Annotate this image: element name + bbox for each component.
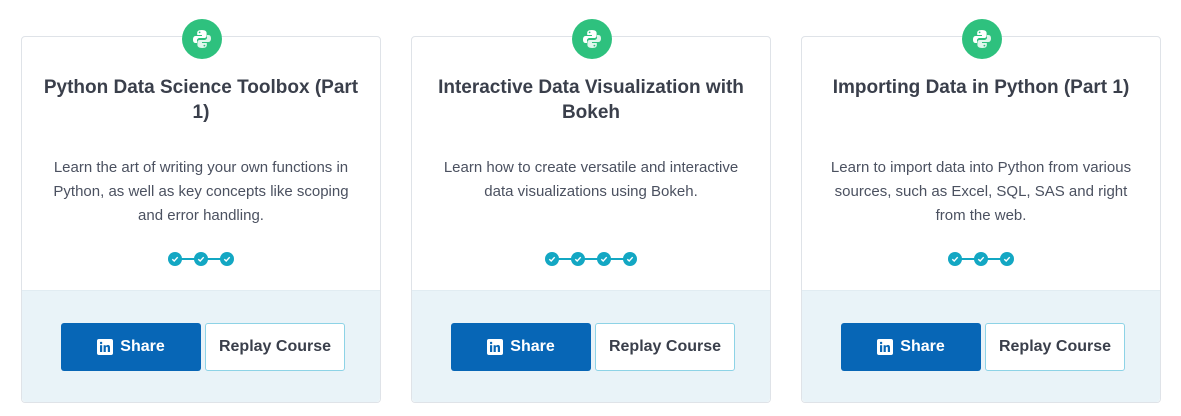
course-title: Importing Data in Python (Part 1) — [832, 77, 1130, 98]
card-footer: Share Replay Course — [412, 290, 770, 402]
checkmark-icon — [168, 252, 182, 266]
share-label: Share — [120, 338, 165, 355]
progress-line — [550, 258, 632, 260]
course-card: Python Data Science Toolbox (Part 1) Lea… — [21, 19, 381, 403]
checkmark-icon — [623, 252, 637, 266]
linkedin-icon — [487, 339, 504, 355]
card-footer: Share Replay Course — [802, 290, 1160, 402]
checkmark-icon — [597, 252, 611, 266]
replay-course-button[interactable]: Replay Course — [595, 323, 735, 371]
linkedin-icon — [877, 339, 894, 355]
checkmark-icon — [220, 252, 234, 266]
linkedin-icon — [97, 339, 114, 355]
course-card: Interactive Data Visualization with Boke… — [411, 19, 771, 403]
chapter-progress — [412, 251, 770, 267]
replay-label: Replay Course — [218, 338, 332, 355]
checkmark-icon — [194, 252, 208, 266]
replay-label: Replay Course — [998, 338, 1112, 355]
course-title: Python Data Science Toolbox (Part 1) — [43, 77, 359, 123]
replay-course-button[interactable]: Replay Course — [205, 323, 345, 371]
course-card: Importing Data in Python (Part 1) Learn … — [801, 19, 1161, 403]
course-cards: Python Data Science Toolbox (Part 1) Lea… — [0, 0, 1181, 416]
share-button[interactable]: Share — [451, 323, 591, 371]
course-description: Learn how to create versatile and intera… — [443, 159, 739, 200]
checkmark-icon — [948, 252, 962, 266]
course-title: Interactive Data Visualization with Boke… — [438, 77, 744, 123]
checkmark-icon — [1000, 252, 1014, 266]
share-button[interactable]: Share — [841, 323, 981, 371]
python-logo-icon — [572, 19, 612, 59]
course-description: Learn to import data into Python from va… — [830, 159, 1132, 224]
replay-label: Replay Course — [608, 338, 722, 355]
checkmark-icon — [974, 252, 988, 266]
share-label: Share — [900, 338, 945, 355]
share-label: Share — [510, 338, 555, 355]
checkmark-icon — [571, 252, 585, 266]
chapter-progress — [22, 251, 380, 267]
checkmark-icon — [545, 252, 559, 266]
replay-course-button[interactable]: Replay Course — [985, 323, 1125, 371]
chapter-progress — [802, 251, 1160, 267]
python-logo-icon — [962, 19, 1002, 59]
course-description: Learn the art of writing your own functi… — [53, 159, 349, 224]
share-button[interactable]: Share — [61, 323, 201, 371]
python-logo-icon — [182, 19, 222, 59]
card-footer: Share Replay Course — [22, 290, 380, 402]
